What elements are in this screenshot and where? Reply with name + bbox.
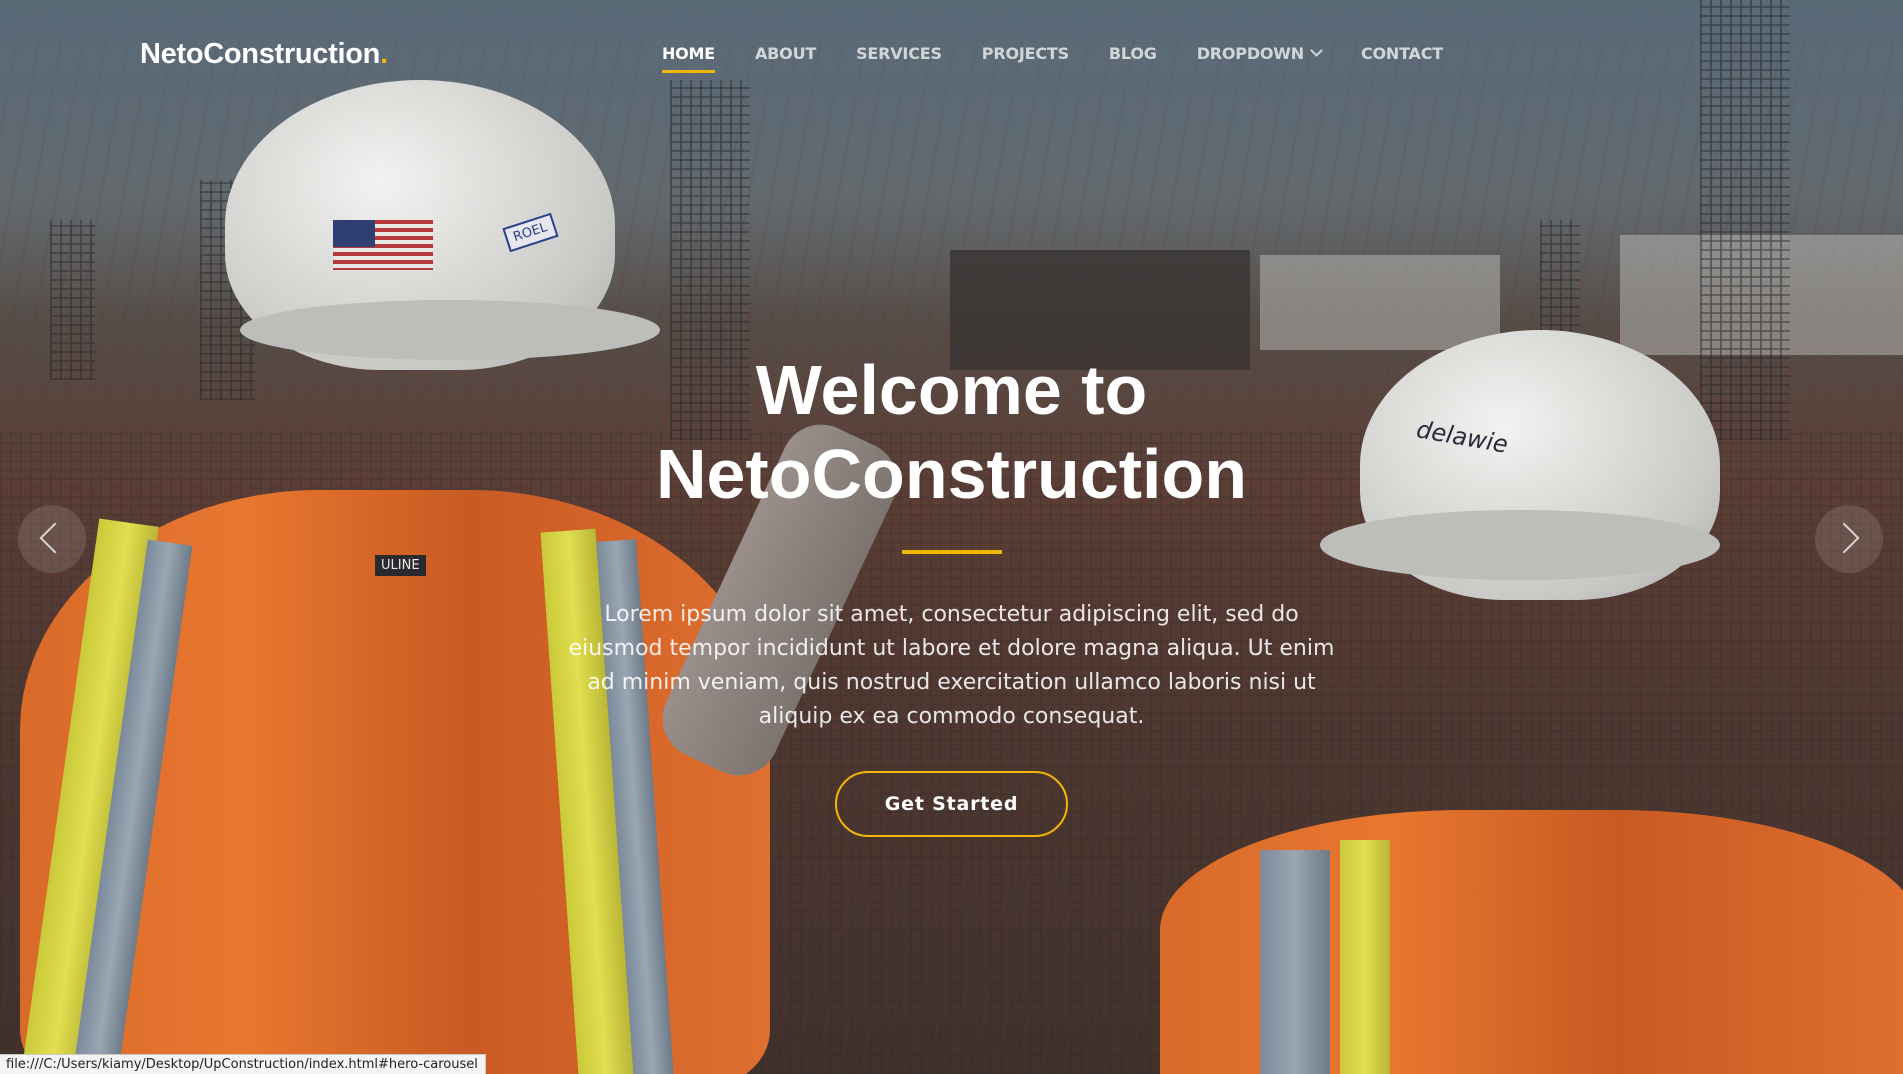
carousel-next-button[interactable] <box>1815 505 1883 573</box>
carousel-prev-button[interactable] <box>18 505 86 573</box>
vest-reflective-stripe <box>1260 850 1330 1074</box>
hero-title-line2: NetoConstruction <box>655 435 1248 513</box>
us-flag-sticker <box>333 220 433 270</box>
chevron-down-icon <box>1310 44 1323 57</box>
main-menu: HOME ABOUT SERVICES PROJECTS BLOG DROPDO… <box>642 44 1463 73</box>
chevron-right-icon <box>1828 522 1860 554</box>
hero-content: Welcome to NetoConstruction Lorem ipsum … <box>500 348 1403 837</box>
vest-patch: ULINE <box>375 555 426 576</box>
hero-description: Lorem ipsum dolor sit amet, consectetur … <box>568 602 1335 729</box>
brand-name: NetoConstruction <box>140 38 381 70</box>
nav-item-services[interactable]: SERVICES <box>836 44 962 63</box>
status-bar-url: file:///C:/Users/kiamy/Desktop/UpConstru… <box>0 1054 486 1074</box>
nav-item-dropdown[interactable]: DROPDOWN <box>1177 44 1341 63</box>
brand-dot: . <box>380 38 388 70</box>
vest-reflective-stripe <box>1340 840 1390 1074</box>
nav-item-dropdown-label: DROPDOWN <box>1196 44 1304 63</box>
building-silhouette <box>1260 255 1500 350</box>
title-accent-divider <box>901 550 1002 554</box>
get-started-button[interactable]: Get Started <box>834 771 1069 837</box>
nav-item-contact[interactable]: CONTACT <box>1341 44 1463 63</box>
brand-logo[interactable]: NetoConstruction. <box>140 38 388 71</box>
nav-item-projects[interactable]: PROJECTS <box>962 44 1089 63</box>
hero-title-line1: Welcome to <box>755 351 1148 429</box>
hero-title: Welcome to NetoConstruction <box>500 348 1403 516</box>
nav-item-home[interactable]: HOME <box>642 44 735 73</box>
nav-item-blog[interactable]: BLOG <box>1089 44 1177 63</box>
nav-item-about[interactable]: ABOUT <box>735 44 836 63</box>
chevron-left-icon <box>39 522 71 554</box>
navbar: NetoConstruction. HOME ABOUT SERVICES PR… <box>0 0 1903 110</box>
rebar-column <box>50 220 95 380</box>
